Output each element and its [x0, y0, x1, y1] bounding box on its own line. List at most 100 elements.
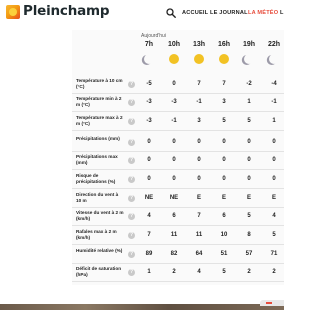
row-label: Température à 10 cm (°C)	[76, 78, 123, 89]
table-cell: 4	[197, 269, 201, 275]
table-cell: 0	[272, 139, 276, 145]
table-cell: 3	[222, 99, 226, 105]
row-label: Risque de précipitations (%)	[76, 173, 116, 184]
row-divider	[72, 263, 284, 264]
table-cell: 2	[172, 269, 176, 275]
footer-image	[0, 304, 284, 310]
table-cell: 57	[245, 251, 253, 257]
table-cell: -1	[271, 99, 277, 105]
table-cell: 0	[272, 176, 276, 182]
table-cell: 6	[222, 213, 226, 219]
moon-icon	[237, 53, 261, 65]
moon-shape	[244, 54, 254, 64]
nav-le-journal[interactable]: LE JOURNAL	[210, 10, 248, 16]
table-cell: 5	[272, 232, 276, 238]
row-label: Température max à 2 m (°C)	[76, 115, 123, 126]
nav-accueil[interactable]: ACCUEIL	[182, 10, 208, 16]
table-cell: 0	[197, 176, 201, 182]
sun-shape	[194, 54, 204, 64]
table-cell: 11	[195, 232, 203, 238]
table-cell: 0	[172, 81, 176, 87]
table-cell: 8	[247, 232, 251, 238]
table-cell: 64	[195, 251, 203, 257]
table-cell: 0	[247, 157, 251, 163]
moon-icon	[262, 53, 286, 65]
help-icon[interactable]: ?	[128, 268, 135, 276]
row-label: Précipitations (mm)	[76, 136, 120, 141]
row-label: Précipitations max (mm)	[76, 154, 118, 165]
table-cell: 5	[247, 213, 251, 219]
moon-shape	[269, 54, 279, 64]
table-cell: 1	[272, 118, 276, 124]
table-cell: 51	[220, 251, 228, 257]
table-cell: 0	[222, 176, 226, 182]
table-cell: 0	[147, 176, 151, 182]
table-cell: NE	[169, 195, 179, 201]
table-cell: -3	[146, 118, 152, 124]
table-cell: E	[246, 195, 251, 201]
nav-la-meteo[interactable]: LA MÉTÉO	[248, 10, 278, 16]
table-cell: 0	[272, 157, 276, 163]
row-divider	[72, 93, 284, 94]
table-cell: 7	[197, 213, 201, 219]
help-icon[interactable]: ?	[128, 212, 135, 220]
table-cell: 0	[197, 139, 201, 145]
row-label: Rafales max à 2 m (km/h)	[76, 229, 117, 240]
sun-icon	[212, 53, 236, 65]
table-cell: 0	[172, 139, 176, 145]
help-icon[interactable]: ?	[128, 250, 135, 258]
table-cell: 0	[222, 139, 226, 145]
site-header: Pleinchamp ACCUEIL LE JOURNAL LA MÉTÉO L	[0, 0, 284, 26]
nav-more[interactable]: L	[280, 10, 284, 16]
table-cell: 7	[222, 81, 226, 87]
help-icon[interactable]: ?	[128, 80, 135, 88]
help-icon[interactable]: ?	[128, 194, 135, 202]
table-cell: -1	[196, 99, 202, 105]
table-cell: -5	[146, 81, 152, 87]
row-divider	[72, 225, 284, 226]
table-cell: 1	[147, 269, 151, 275]
brand-name[interactable]: Pleinchamp	[23, 3, 110, 19]
table-cell: 82	[170, 251, 178, 257]
pleinchamp-logo[interactable]	[6, 5, 20, 19]
row-divider	[72, 281, 284, 282]
table-cell: -2	[246, 81, 252, 87]
table-cell: 7	[197, 81, 201, 87]
moon-shape	[144, 54, 154, 64]
row-divider	[72, 130, 284, 131]
table-cell: 0	[172, 176, 176, 182]
table-cell: 0	[247, 176, 251, 182]
hour-label: 16h	[217, 41, 231, 48]
table-cell: 71	[270, 251, 278, 257]
hour-label: 22h	[267, 41, 281, 48]
table-cell: NE	[144, 195, 154, 201]
help-icon[interactable]: ?	[128, 98, 135, 106]
hour-label: 13h	[192, 41, 206, 48]
row-label: Vitesse du vent à 2 m (km/h)	[76, 210, 124, 221]
row-divider	[72, 244, 284, 245]
table-cell: -3	[171, 99, 177, 105]
help-icon[interactable]: ?	[128, 156, 135, 164]
table-cell: 2	[272, 269, 276, 275]
row-label: Humidité relative (%)	[76, 248, 123, 253]
table-cell: 3	[197, 118, 201, 124]
moon-icon	[137, 53, 161, 65]
help-icon[interactable]: ?	[128, 138, 135, 146]
table-cell: E	[221, 195, 226, 201]
help-icon[interactable]: ?	[128, 117, 135, 125]
help-icon[interactable]: ?	[128, 175, 135, 183]
row-label: Direction du vent à 10 m	[76, 192, 119, 203]
help-icon[interactable]: ?	[128, 231, 135, 239]
scroll-badge[interactable]	[260, 300, 284, 306]
sun-icon	[162, 53, 186, 65]
row-divider	[72, 207, 284, 208]
hour-label: 10h	[167, 41, 181, 48]
table-cell: 89	[145, 251, 153, 257]
row-label: Déficit de saturation (hPa)	[76, 266, 122, 277]
search-icon[interactable]	[166, 8, 176, 18]
table-cell: 0	[147, 139, 151, 145]
table-cell: 0	[247, 139, 251, 145]
table-cell: E	[196, 195, 201, 201]
table-cell: 0	[222, 157, 226, 163]
table-cell: 6	[172, 213, 176, 219]
